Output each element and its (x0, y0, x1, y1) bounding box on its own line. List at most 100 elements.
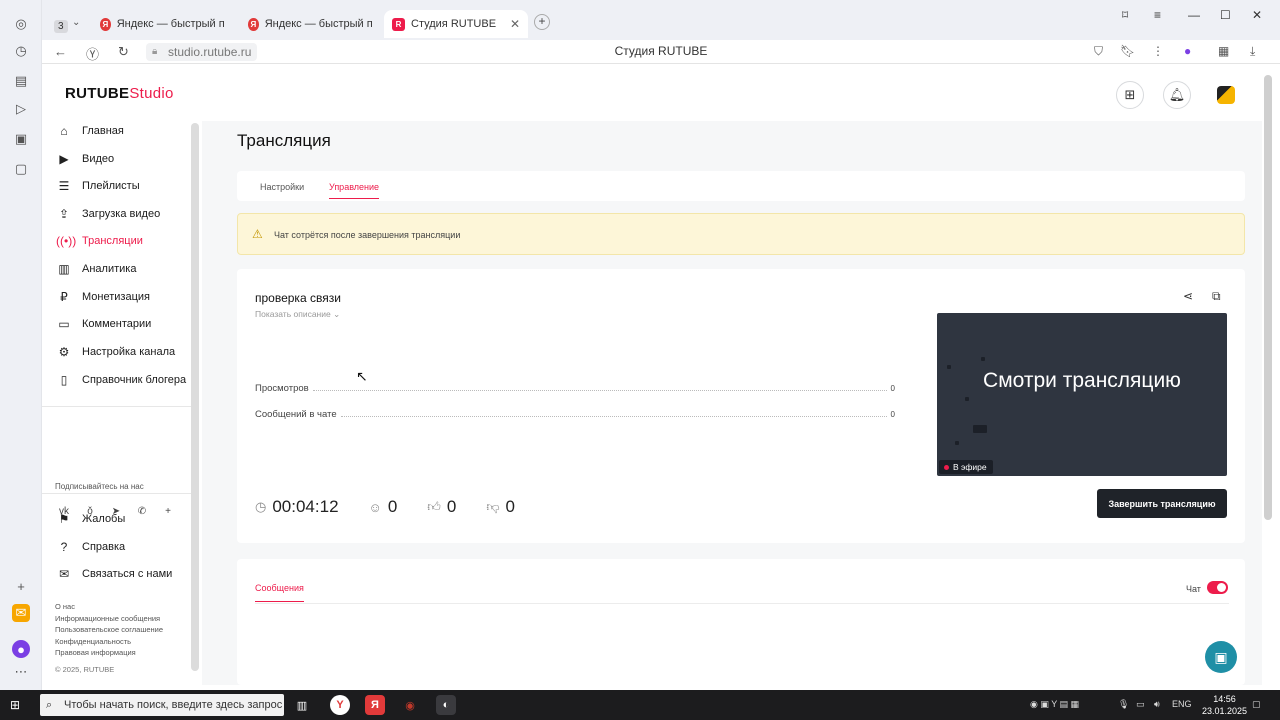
more-social-icon[interactable]: + (160, 503, 176, 519)
upload-icon: ⇪ (58, 207, 70, 221)
counter-icon[interactable]: ▣ (12, 130, 30, 148)
clock[interactable]: 14:56 23.01.2025 (1202, 693, 1247, 717)
tabs-dropdown-icon[interactable]: ⌄ (72, 17, 80, 28)
sidebar-item-upload[interactable]: ⇪ Загрузка видео (56, 204, 160, 224)
stream-preview[interactable]: Смотри трансляцию В эфире (937, 313, 1227, 476)
taskbar-search[interactable]: ⌕ Чтобы начать поиск, введите здесь запр… (40, 694, 284, 716)
thumbs-down-icon: 👎︎ (486, 499, 500, 514)
page-scrollbar[interactable] (1264, 75, 1272, 520)
sidebar-item-blogger-guide[interactable]: ▯ Справочник блогера (56, 370, 186, 390)
minimize-icon[interactable]: — (1188, 8, 1200, 22)
sidebar-item-playlists[interactable]: ☰ Плейлисты (56, 176, 140, 196)
sidebar-item-home[interactable]: ⌂ Главная (56, 121, 124, 141)
sidebar-item-label: Загрузка видео (82, 208, 161, 220)
history-icon[interactable]: ◷ (12, 42, 30, 60)
share-icon[interactable]: ⋖ (1183, 289, 1193, 303)
collections-icon[interactable]: ▦ (1218, 44, 1229, 58)
close-tab-icon[interactable]: ✕ (510, 17, 520, 31)
broadcast-icon: ((•)) (56, 234, 77, 248)
sidebar-scrollbar[interactable] (191, 123, 199, 671)
divider (42, 406, 194, 407)
stat-label: Просмотров (255, 382, 309, 394)
sidebar-item-comments[interactable]: ▭ Комментарии (56, 314, 151, 334)
rutube-icon: R (392, 17, 405, 31)
sidebar-item-complaints[interactable]: ⚑ Жалобы (56, 509, 126, 529)
tab-yandex-2[interactable]: Я Яндекс — быстрый поиск (240, 10, 380, 38)
notifications-button[interactable]: 🔔︎ (1163, 81, 1191, 109)
viber-icon[interactable]: ✆ (134, 503, 150, 519)
screenshot-icon[interactable]: ▢ (12, 160, 30, 178)
obs-icon[interactable]: ◐ (436, 695, 456, 715)
close-window-icon[interactable]: ✕ (1252, 8, 1262, 22)
more-icon[interactable]: ⋯ (12, 663, 30, 681)
sidebar-item-video[interactable]: ▶ Видео (56, 149, 114, 169)
settings-icon: ⚙ (58, 345, 70, 359)
support-chat-button[interactable]: ▣ (1205, 641, 1237, 673)
avatar[interactable] (1212, 81, 1240, 109)
volume-icon[interactable]: 🔊︎ (1154, 699, 1160, 710)
footer-link-legal[interactable]: Правовая информация (55, 647, 163, 659)
yandex-app-icon[interactable]: Я (365, 695, 385, 715)
video-icon: ▶ (59, 152, 69, 166)
maximize-icon[interactable]: ☐ (1220, 8, 1231, 22)
show-description-toggle[interactable]: Показать описание ⌄ (255, 309, 340, 320)
sidebar-item-channel-settings[interactable]: ⚙ Настройка канала (56, 342, 176, 362)
protect-icon[interactable]: ⛉ (1094, 44, 1103, 59)
preview-speck (981, 357, 985, 361)
bookmark-window-icon[interactable]: ⌑ (1122, 8, 1128, 22)
clock-date: 23.01.2025 (1202, 706, 1248, 716)
end-stream-button[interactable]: Завершить трансляцию (1097, 489, 1227, 518)
tab-messages[interactable]: Сообщения (255, 583, 304, 602)
language-indicator[interactable]: ENG (1172, 699, 1192, 709)
bookmark-icon[interactable]: 🔖︎ (1120, 44, 1135, 58)
bell-icon: 🔔︎ (1168, 87, 1186, 102)
sidebar-item-analytics[interactable]: ▥ Аналитика (56, 259, 136, 279)
main-content: Трансляция Настройки Управление ⚠ Чат со… (237, 121, 1245, 685)
footer-link-about[interactable]: О нас (55, 601, 163, 613)
tab-management[interactable]: Управление (329, 182, 380, 199)
new-tab-button[interactable]: + (534, 14, 550, 30)
footer-link-info[interactable]: Информационные сообщения (55, 613, 163, 625)
preview-speck (973, 425, 987, 433)
mail-app-icon[interactable]: ✉ (12, 604, 30, 622)
rutube-studio-logo[interactable]: RUTUBEStudio (65, 85, 174, 102)
downloads-icon[interactable]: ⤓ (1250, 44, 1255, 59)
sidebar-item-label: Плейлисты (82, 180, 140, 192)
external-link-icon[interactable]: ⧉ (1212, 289, 1221, 304)
footer-link-privacy[interactable]: Конфиденциальность (55, 636, 163, 648)
sidebar-item-help[interactable]: ? Справка (56, 537, 126, 557)
tab-settings[interactable]: Настройки (260, 182, 304, 192)
display-icon[interactable]: ▭ (1136, 699, 1145, 710)
menu-icon[interactable]: ≡ (1154, 8, 1161, 22)
warning-icon: ⚠ (252, 227, 263, 241)
notifications-center-icon[interactable]: ▢ (1252, 699, 1261, 710)
metric-dislikes: 👎︎ 0 (486, 497, 515, 517)
notes-icon[interactable]: ▤ (12, 72, 30, 90)
task-view-icon[interactable]: ▥ (292, 695, 312, 715)
footer-link-terms[interactable]: Пользовательское соглашение (55, 624, 163, 636)
sidebar-item-contact[interactable]: ✉ Связаться с нами (56, 564, 172, 584)
more-vertical-icon[interactable]: ⋮ (1152, 44, 1164, 58)
yandex-icon: Я (248, 17, 259, 31)
create-button[interactable]: ⊞ (1116, 81, 1144, 109)
tab-counter[interactable]: 3 (46, 12, 70, 40)
record-app-icon[interactable]: ◉ (400, 695, 420, 715)
alert-text: Чат сотрётся после завершения трансляции (274, 230, 461, 240)
sidebar-item-label: Справка (82, 541, 126, 553)
extension-icon[interactable]: ● (1184, 44, 1191, 58)
preview-speck (965, 397, 969, 401)
sidebar-item-monetization[interactable]: ₽ Монетизация (56, 287, 150, 307)
tab-yandex-1[interactable]: Я Яндекс — быстрый поиск (92, 10, 232, 38)
profile-icon[interactable]: ◎ (12, 15, 30, 33)
chat-toggle[interactable] (1207, 581, 1228, 594)
add-panel-icon[interactable]: + (12, 577, 30, 595)
sidebar-item-broadcasts[interactable]: ((•)) Трансляции (56, 231, 143, 251)
studio-header: RUTUBEStudio ⊞ 🔔︎ (42, 65, 1262, 121)
yandex-browser-icon[interactable]: Y (330, 695, 350, 715)
tab-rutube-studio[interactable]: R Студия RUTUBE ✕ (384, 10, 528, 38)
alice-icon[interactable]: ● (12, 640, 30, 658)
tray-icons[interactable]: ◉ ▣ Y ▤ ▦ (1030, 699, 1079, 710)
windows-start-icon[interactable]: ⊞ (10, 698, 20, 712)
media-icon[interactable]: ▷ (12, 100, 30, 118)
microphone-icon[interactable]: 🎙︎ (1118, 699, 1129, 710)
